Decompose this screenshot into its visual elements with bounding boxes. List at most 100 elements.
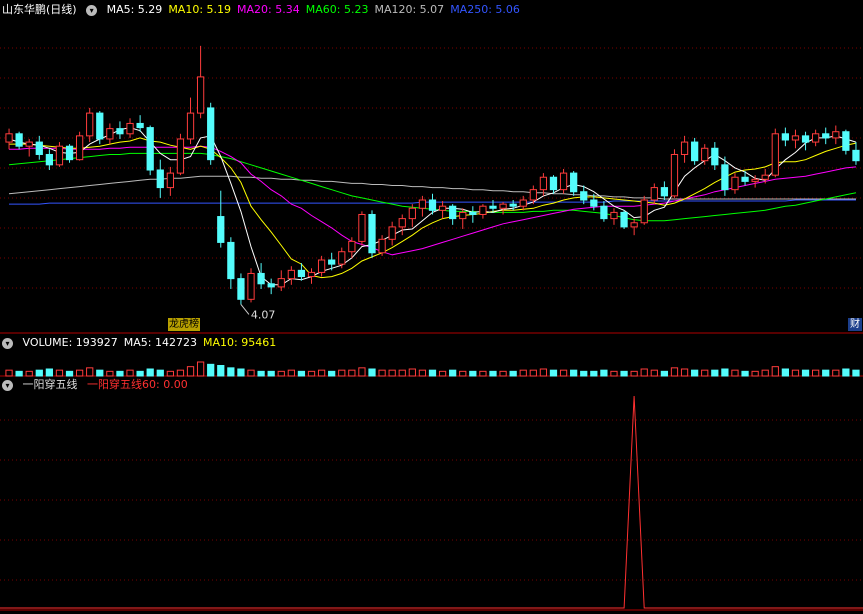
candle-down — [65, 145, 74, 161]
volume-bar — [166, 370, 174, 377]
volume-bar — [368, 368, 376, 377]
volume-bar — [55, 369, 64, 377]
candle-down — [207, 107, 215, 161]
volume-bar — [247, 369, 255, 377]
candle-down — [852, 149, 860, 162]
candle-up — [106, 128, 114, 140]
volume-bar — [418, 369, 427, 377]
volume-bar — [680, 368, 689, 377]
candle-up — [5, 133, 13, 143]
volume-bar — [791, 369, 800, 377]
volume-bar — [207, 363, 215, 377]
volume-bar — [479, 370, 487, 377]
volume-bar — [146, 368, 154, 377]
volume-bar — [691, 369, 699, 377]
candle-up — [398, 218, 406, 228]
volume-bar — [297, 370, 306, 377]
volume-bar — [731, 369, 739, 377]
volume-bar — [852, 369, 860, 377]
candle-down — [469, 211, 477, 215]
candle-up — [459, 211, 467, 220]
volume-bar — [519, 369, 527, 377]
candle-up — [499, 203, 507, 209]
volume-bar — [378, 369, 386, 377]
volume-bar — [86, 367, 94, 377]
candle-down — [96, 112, 104, 140]
candle-down — [116, 128, 124, 135]
candle-down — [227, 241, 235, 280]
volume-bar — [438, 370, 447, 377]
candle-down — [600, 205, 608, 220]
collapse-icon[interactable]: ▾ — [2, 379, 13, 391]
volume-bar — [106, 370, 114, 377]
volume-bar — [832, 369, 840, 377]
volume-bar — [156, 369, 164, 377]
candle-down — [801, 135, 810, 143]
candle-down — [217, 216, 225, 243]
volume-bar — [499, 370, 507, 377]
finance-badge[interactable]: 财 — [848, 318, 862, 331]
legend-ma10: MA10: 5.19 — [168, 3, 232, 16]
candle-up — [519, 199, 527, 207]
indicator-legend: ▾ 一阳穿五线 一阳穿五线60: 0.00 — [2, 377, 194, 393]
candle-up — [701, 147, 709, 162]
legend-ma60: MA60: 5.23 — [305, 3, 369, 16]
candle-down — [711, 147, 719, 166]
volume-bar — [489, 370, 497, 377]
volume-bar — [701, 369, 709, 377]
candle-down — [580, 191, 588, 201]
legend-ma250: MA250: 5.06 — [450, 3, 520, 16]
volume-bar — [65, 370, 74, 377]
candle-down — [35, 141, 43, 155]
volume-bar — [307, 370, 316, 377]
candle-down — [570, 172, 578, 193]
volume-bar — [549, 369, 558, 377]
candle-down — [368, 213, 376, 254]
candle-down — [842, 131, 850, 151]
volume-bar — [812, 369, 820, 377]
volume-bar — [670, 367, 679, 377]
candle-down — [15, 133, 23, 147]
indicator-name[interactable]: 一阳穿五线 — [23, 378, 78, 391]
collapse-icon[interactable]: ▾ — [2, 337, 13, 349]
candle-up — [791, 135, 800, 141]
volume-bar — [116, 370, 124, 377]
candlestick-series — [5, 45, 860, 305]
candle-up — [55, 145, 64, 166]
volume-bar — [801, 369, 810, 377]
collapse-icon[interactable]: ▾ — [86, 4, 98, 16]
candle-up — [317, 259, 326, 273]
kline-chart-area[interactable]: 4.07 — [0, 0, 863, 614]
volume-legend-item: MA5: 142723 — [123, 336, 197, 349]
volume-bar — [842, 368, 850, 377]
candle-up — [479, 205, 487, 215]
stock-title[interactable]: 山东华鹏(日线) — [2, 3, 77, 16]
volume-bar — [761, 369, 769, 377]
volume-bar — [237, 368, 245, 377]
volume-bar — [388, 369, 396, 377]
candle-up — [358, 213, 366, 242]
main-legend: 山东华鹏(日线) ▾ MA5: 5.29 MA10: 5.19 MA20: 5.34… — [2, 2, 532, 18]
volume-bar — [186, 366, 195, 377]
candle-down — [146, 127, 154, 171]
candle-up — [751, 178, 759, 182]
candle-up — [338, 251, 346, 265]
dragon-tiger-badge[interactable]: 龙虎榜 — [168, 318, 200, 331]
volume-bar — [509, 370, 517, 377]
candle-up — [307, 271, 316, 278]
candle-up — [186, 112, 195, 140]
volume-bar — [469, 370, 477, 377]
candle-up — [832, 131, 840, 139]
candle-up — [812, 133, 820, 143]
candle-up — [247, 272, 255, 300]
volume-bar — [267, 370, 275, 377]
volume-bar — [75, 369, 84, 377]
volume-bar — [559, 369, 568, 377]
volume-bar — [227, 367, 235, 377]
volume-bar — [398, 369, 406, 377]
volume-bar — [600, 369, 608, 377]
candle-up — [196, 76, 205, 114]
candle-up — [640, 199, 648, 224]
candle-up — [126, 122, 134, 135]
candle-down — [660, 187, 669, 197]
